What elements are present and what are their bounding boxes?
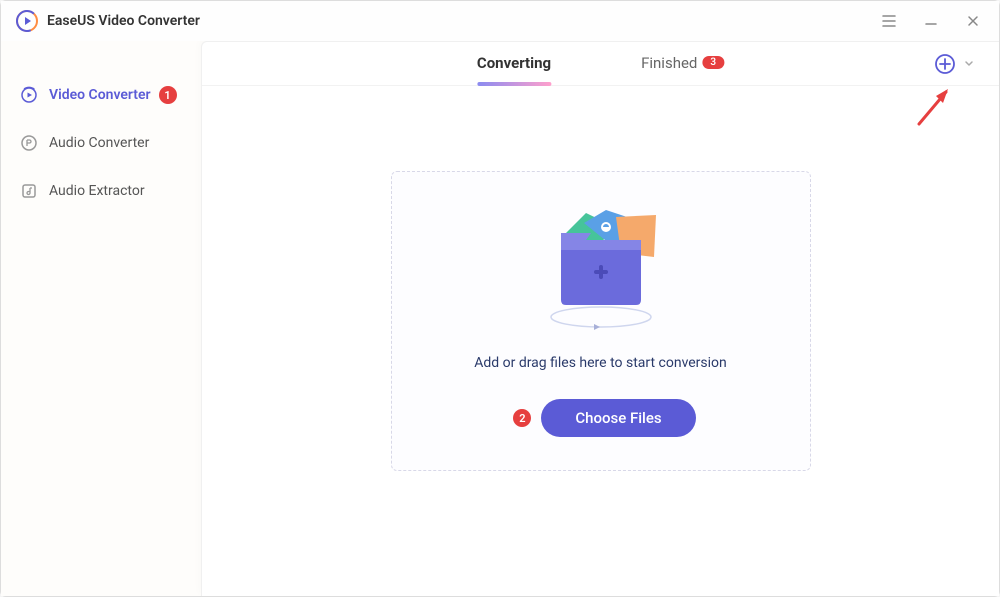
add-file-button[interactable] xyxy=(933,52,957,76)
sidebar-item-audio-converter[interactable]: Audio Converter xyxy=(1,119,201,167)
app-logo-icon xyxy=(15,9,39,33)
tabs: Converting Finished 3 xyxy=(202,42,999,86)
add-file-dropdown-icon[interactable] xyxy=(963,54,975,73)
minimize-icon[interactable] xyxy=(919,9,943,33)
app-title: EaseUS Video Converter xyxy=(47,13,877,29)
choose-files-button[interactable]: Choose Files xyxy=(541,399,695,437)
window-controls xyxy=(877,9,985,33)
app-window: EaseUS Video Converter Video Converter 1 xyxy=(0,0,1000,597)
menu-icon[interactable] xyxy=(877,9,901,33)
dropzone[interactable]: Add or drag files here to start conversi… xyxy=(391,171,811,471)
audio-extractor-icon xyxy=(19,181,39,201)
folder-illustration-icon xyxy=(526,205,676,335)
titlebar: EaseUS Video Converter xyxy=(1,1,999,41)
tab-label: Converting xyxy=(477,54,551,72)
video-converter-icon xyxy=(19,85,39,105)
sidebar: Video Converter 1 Audio Converter Audio … xyxy=(1,41,201,596)
tab-converting[interactable]: Converting xyxy=(477,54,551,74)
sidebar-item-label: Audio Converter xyxy=(49,135,149,151)
tab-finished[interactable]: Finished 3 xyxy=(641,54,724,74)
callout-badge-2: 2 xyxy=(513,409,531,427)
sidebar-item-label: Video Converter xyxy=(49,87,151,103)
sidebar-item-audio-extractor[interactable]: Audio Extractor xyxy=(1,167,201,215)
audio-converter-icon xyxy=(19,133,39,153)
body-area: Video Converter 1 Audio Converter Audio … xyxy=(1,41,999,596)
finished-count-badge: 3 xyxy=(702,56,724,69)
tab-active-indicator xyxy=(477,82,551,86)
content-area: Add or drag files here to start conversi… xyxy=(202,86,999,596)
tab-label: Finished xyxy=(641,54,697,72)
dropzone-hint: Add or drag files here to start conversi… xyxy=(474,355,727,371)
main-panel: Converting Finished 3 xyxy=(201,41,999,596)
sidebar-item-video-converter[interactable]: Video Converter 1 xyxy=(1,71,201,119)
sidebar-item-label: Audio Extractor xyxy=(49,183,145,199)
close-icon[interactable] xyxy=(961,9,985,33)
callout-badge-1: 1 xyxy=(159,86,177,104)
